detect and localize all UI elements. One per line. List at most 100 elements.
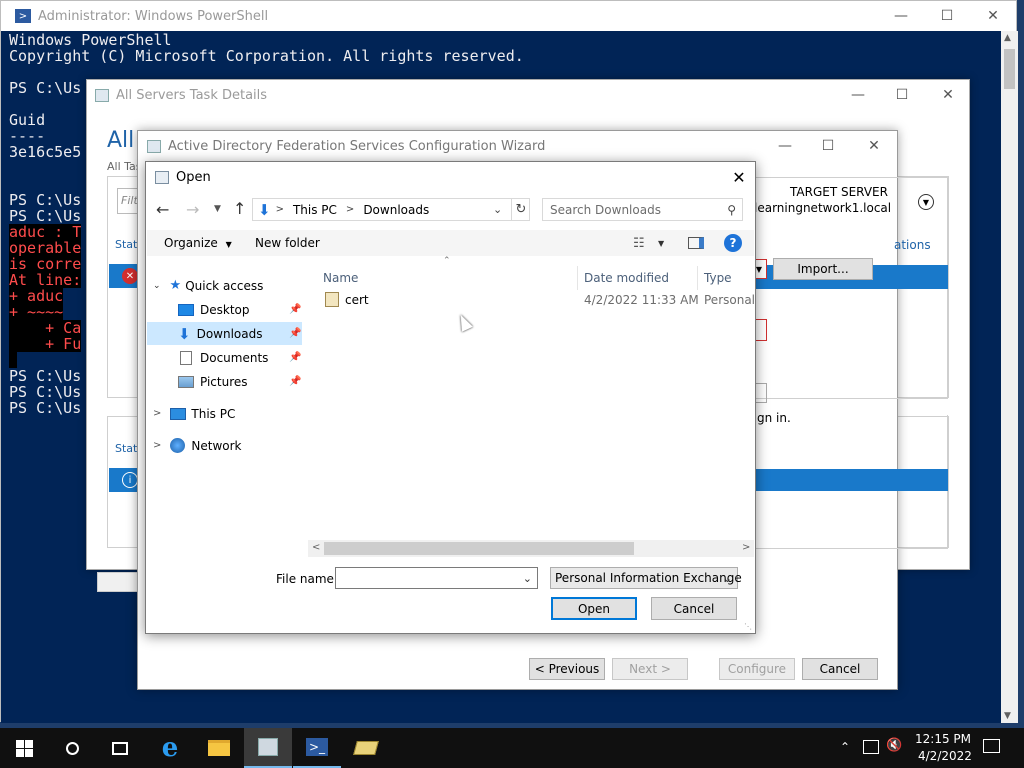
previous-button[interactable]: < Previous	[529, 658, 605, 680]
nav-pictures-label: Pictures	[200, 374, 248, 389]
show-hidden-icons-chevron-up-icon[interactable]: ⌃	[840, 740, 850, 754]
date-modified-column-header[interactable]: Date modified	[584, 266, 669, 290]
volume-muted-icon[interactable]: 🔇	[886, 738, 902, 753]
pin-icon[interactable]: 📌	[289, 328, 301, 339]
breadcrumb-separator-icon: >	[275, 204, 284, 215]
file-type-select[interactable]: Personal Information Exchange ⌄	[550, 567, 742, 589]
powershell-scrollbar[interactable]: ▲ ▼	[1001, 31, 1018, 723]
breadcrumb-downloads[interactable]: Downloads	[363, 203, 429, 217]
file-explorer-button[interactable]	[195, 728, 243, 768]
nav-pictures[interactable]: Pictures 📌	[147, 370, 302, 393]
scroll-up-icon[interactable]: ▲	[1004, 33, 1011, 43]
address-bar[interactable]: ⬇ > This PC > Downloads ⌄	[252, 198, 530, 221]
clock-date[interactable]: 4/2/2022	[918, 749, 972, 763]
task-view-button[interactable]	[96, 728, 144, 768]
new-folder-button[interactable]: New folder	[255, 236, 320, 250]
up-arrow-icon[interactable]: ↑	[233, 199, 246, 218]
minimize-button[interactable]: —	[878, 1, 924, 31]
nav-downloads[interactable]: ⬇ Downloads 📌	[147, 322, 302, 345]
internet-explorer-button[interactable]: e	[146, 728, 194, 768]
nav-quick-access[interactable]: ⌄ ★ Quick access	[147, 274, 302, 297]
search-input[interactable]: Search Downloads ⚲	[542, 198, 743, 221]
open-button[interactable]: Open	[551, 597, 637, 620]
type-column-header[interactable]: Type	[704, 266, 732, 290]
scroll-left-icon[interactable]: <	[312, 542, 320, 553]
minimize-button[interactable]: —	[762, 131, 808, 161]
close-button[interactable]: ✕	[716, 162, 762, 192]
console-error-line: operable	[9, 239, 82, 257]
scroll-down-icon[interactable]: ▼	[1004, 711, 1011, 721]
file-type-dropdown-icon[interactable]: ⌄	[723, 572, 732, 585]
recent-chevron-down-icon[interactable]: ▼	[214, 204, 221, 214]
action-center-icon[interactable]	[983, 739, 1000, 753]
close-button[interactable]: ✕	[851, 131, 897, 161]
powershell-button[interactable]: >_	[293, 728, 341, 768]
wizard-cancel-button[interactable]: Cancel	[802, 658, 878, 680]
nav-downloads-label: Downloads	[196, 326, 263, 341]
scroll-thumb[interactable]	[1004, 49, 1015, 89]
address-dropdown-icon[interactable]: ⌄	[493, 203, 502, 216]
back-arrow-icon[interactable]: ←	[156, 200, 169, 219]
close-button[interactable]: ✕	[925, 80, 971, 110]
start-button[interactable]	[0, 728, 48, 768]
powershell-title-bar[interactable]: > Administrator: Windows PowerShell — ☐ …	[1, 1, 1016, 31]
view-options-icon[interactable]: ☷	[633, 236, 645, 251]
pin-icon[interactable]: 📌	[289, 304, 301, 315]
star-icon: ★	[169, 278, 182, 293]
nav-documents[interactable]: Documents 📌	[147, 346, 302, 369]
breadcrumb-this-pc[interactable]: This PC	[293, 203, 337, 217]
pin-icon[interactable]: 📌	[289, 352, 301, 363]
forward-arrow-icon[interactable]: →	[186, 200, 199, 219]
file-name-dropdown-icon[interactable]: ⌄	[523, 572, 532, 585]
task-details-title-bar[interactable]: All Servers Task Details — ☐ ✕	[87, 80, 969, 110]
pin-icon[interactable]: 📌	[289, 376, 301, 387]
resize-grip-icon[interactable]: ⋱	[744, 622, 752, 631]
file-list-horizontal-scrollbar[interactable]: < >	[308, 540, 754, 557]
refresh-icon[interactable]: ↻	[511, 199, 530, 220]
maximize-button[interactable]: ☐	[805, 131, 851, 161]
nav-quick-access-label: Quick access	[185, 278, 264, 293]
file-name-label: File name:	[276, 572, 338, 586]
nav-network[interactable]: > Network	[147, 434, 302, 457]
horizontal-scrollbar[interactable]	[97, 572, 142, 592]
preview-pane-icon[interactable]	[688, 237, 704, 249]
help-icon[interactable]: ?	[724, 234, 742, 252]
view-chevron-down-icon[interactable]: ▼	[658, 239, 664, 248]
nav-network-label: Network	[191, 438, 242, 453]
column-separator[interactable]	[577, 266, 578, 290]
network-status-icon[interactable]	[863, 740, 879, 754]
app-button[interactable]	[342, 728, 390, 768]
network-icon	[170, 438, 186, 453]
server-manager-icon	[95, 88, 109, 102]
next-button[interactable]: Next >	[612, 658, 688, 680]
cancel-button[interactable]: Cancel	[651, 597, 737, 620]
organize-menu[interactable]: Organize ▼	[164, 236, 232, 250]
certificate-file-icon	[325, 292, 339, 307]
expand-chevron-right-icon[interactable]: >	[153, 440, 161, 451]
name-column-header[interactable]: Name	[323, 266, 358, 290]
minimize-button[interactable]: —	[835, 80, 881, 110]
scroll-right-icon[interactable]: >	[742, 542, 750, 553]
downloads-icon: ⬇	[178, 324, 191, 343]
expand-chevron-right-icon[interactable]: >	[153, 408, 161, 419]
nav-desktop[interactable]: Desktop 📌	[147, 298, 302, 321]
file-row[interactable]: cert 4/2/2022 11:33 AM Personal I	[316, 288, 754, 312]
nav-this-pc[interactable]: > This PC	[147, 402, 302, 425]
search-button[interactable]	[48, 728, 96, 768]
maximize-button[interactable]: ☐	[879, 80, 925, 110]
certificate-app-icon	[353, 741, 379, 755]
maximize-button[interactable]: ☐	[924, 1, 970, 31]
file-name-input[interactable]: ⌄	[335, 567, 538, 589]
configure-button[interactable]: Configure	[719, 658, 795, 680]
expand-chevron-down-icon[interactable]: ⌄	[153, 281, 161, 291]
console-error-line: + ~~~~	[9, 303, 64, 321]
scroll-thumb[interactable]	[324, 542, 634, 555]
column-separator[interactable]	[697, 266, 698, 290]
close-button[interactable]: ✕	[970, 1, 1016, 31]
powershell-title: Administrator: Windows PowerShell	[38, 8, 269, 24]
open-dialog-title-bar[interactable]: Open ✕	[146, 162, 755, 192]
server-manager-button[interactable]	[244, 728, 292, 768]
import-button[interactable]: Import...	[773, 258, 873, 280]
clock-time[interactable]: 12:15 PM	[915, 732, 971, 746]
wizard-title-bar[interactable]: Active Directory Federation Services Con…	[138, 131, 897, 161]
